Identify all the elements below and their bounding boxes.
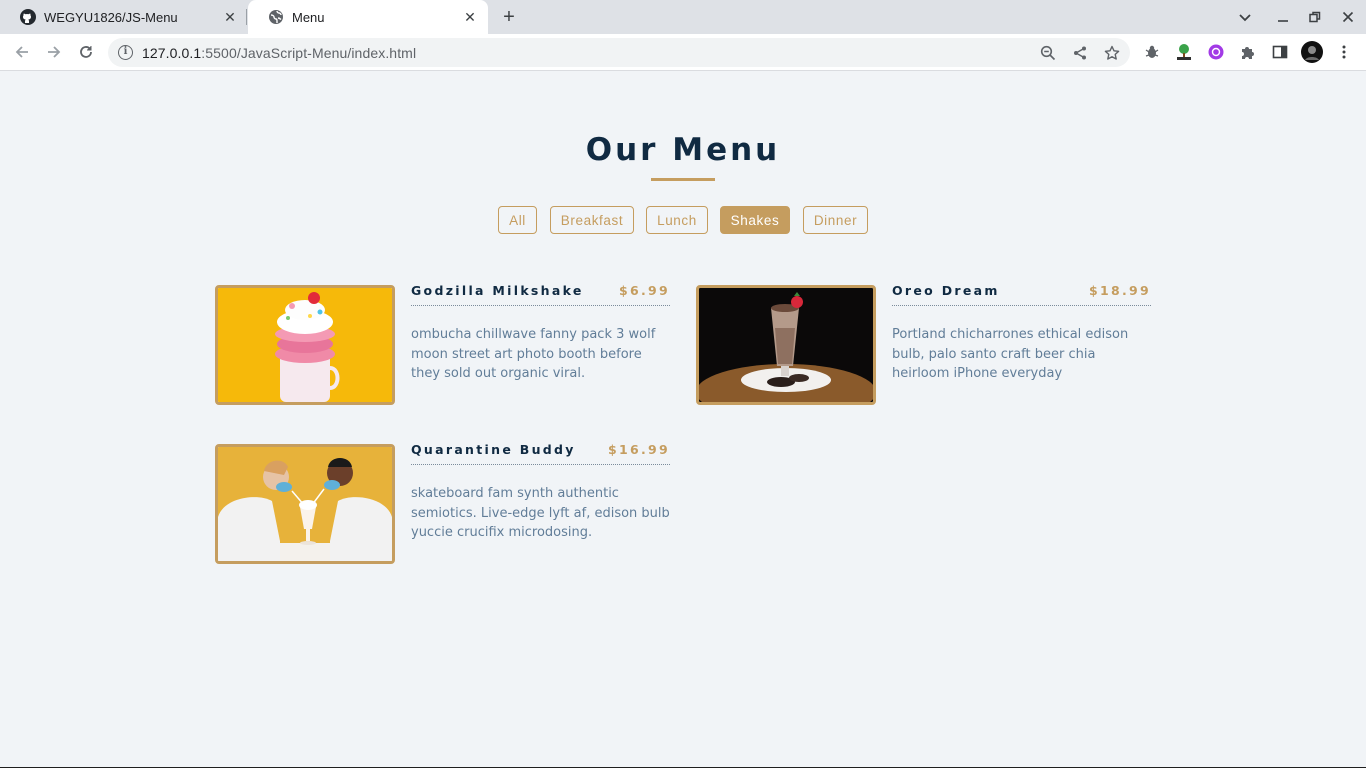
share-icon[interactable] — [1070, 43, 1090, 63]
menu-kebab-icon[interactable] — [1334, 42, 1354, 62]
bookmark-star-icon[interactable] — [1102, 43, 1122, 63]
filter-breakfast-button[interactable]: Breakfast — [550, 206, 634, 234]
title-underline — [651, 178, 715, 181]
filter-button-group: All Breakfast Lunch Shakes Dinner — [0, 206, 1366, 234]
page-body — [0, 71, 1366, 767]
tab-title: WEGYU1826/JS-Menu — [44, 9, 178, 25]
tab-separator — [246, 9, 247, 25]
close-window-icon[interactable] — [1336, 5, 1360, 29]
item-name: Oreo Dream — [892, 283, 1000, 298]
menu-item: Quarantine Buddy $16.99 skateboard fam s… — [215, 442, 670, 564]
tab-menu[interactable]: Menu ✕ — [248, 0, 488, 34]
item-info: Oreo Dream $18.99 Portland chicharrones … — [892, 283, 1151, 384]
address-bar[interactable]: i 127.0.0.1:5500/JavaScript-Menu/index.h… — [108, 38, 1130, 67]
back-icon[interactable] — [10, 40, 34, 64]
page-title: Our Menu — [585, 132, 781, 168]
menu-item: Godzilla Milkshake $6.99 ombucha chillwa… — [215, 283, 670, 405]
restore-icon[interactable] — [1303, 5, 1327, 29]
tab-github[interactable]: WEGYU1826/JS-Menu ✕ — [0, 0, 248, 34]
item-price: $18.99 — [1088, 283, 1151, 298]
profile-avatar[interactable] — [1301, 41, 1323, 63]
extensions-puzzle-icon[interactable] — [1238, 42, 1258, 62]
item-description: skateboard fam synth authentic semiotics… — [411, 486, 670, 540]
item-price: $6.99 — [618, 283, 670, 298]
forward-icon[interactable] — [42, 40, 66, 64]
filter-lunch-button[interactable]: Lunch — [646, 206, 708, 234]
milkshake-photo — [215, 285, 395, 405]
github-icon — [20, 9, 36, 25]
tree-extension-icon[interactable] — [1174, 42, 1194, 62]
tab-title: Menu — [292, 9, 325, 25]
bug-extension-icon[interactable] — [1142, 42, 1162, 62]
reload-icon[interactable] — [74, 40, 98, 64]
tab-strip: WEGYU1826/JS-Menu ✕ Menu ✕ + — [0, 0, 1366, 34]
close-tab-icon[interactable]: ✕ — [218, 5, 242, 29]
new-tab-icon[interactable]: + — [497, 5, 521, 29]
item-description: Portland chicharrones ethical edison bul… — [892, 327, 1129, 381]
purple-extension-icon[interactable] — [1206, 42, 1226, 62]
filter-all-button[interactable]: All — [498, 206, 537, 234]
tab-search-chevron-icon[interactable] — [1233, 5, 1257, 29]
item-name: Quarantine Buddy — [411, 442, 576, 457]
item-price: $16.99 — [607, 442, 670, 457]
url-text: 127.0.0.1:5500/JavaScript-Menu/index.htm… — [142, 45, 416, 61]
item-header: Oreo Dream $18.99 — [892, 283, 1151, 306]
filter-shakes-button[interactable]: Shakes — [720, 206, 790, 234]
url-host: 127.0.0.1 — [142, 45, 202, 61]
url-path: :5500/JavaScript-Menu/index.html — [201, 45, 417, 61]
item-info: Godzilla Milkshake $6.99 ombucha chillwa… — [411, 283, 670, 384]
site-info-icon[interactable]: i — [118, 45, 133, 60]
side-panel-icon[interactable] — [1270, 42, 1290, 62]
item-header: Quarantine Buddy $16.99 — [411, 442, 670, 465]
close-tab-icon[interactable]: ✕ — [458, 5, 482, 29]
globe-icon — [268, 9, 284, 25]
oreo-shake-photo — [696, 285, 876, 405]
item-name: Godzilla Milkshake — [411, 283, 584, 298]
filter-dinner-button[interactable]: Dinner — [803, 206, 868, 234]
browser-toolbar: i 127.0.0.1:5500/JavaScript-Menu/index.h… — [0, 34, 1366, 71]
minimize-icon[interactable] — [1271, 5, 1295, 29]
zoom-icon[interactable] — [1038, 43, 1058, 63]
item-info: Quarantine Buddy $16.99 skateboard fam s… — [411, 442, 670, 543]
couple-sharing-shake-photo — [215, 444, 395, 564]
item-description: ombucha chillwave fanny pack 3 wolf moon… — [411, 327, 656, 381]
menu-item: Oreo Dream $18.99 Portland chicharrones … — [696, 283, 1151, 405]
item-header: Godzilla Milkshake $6.99 — [411, 283, 670, 306]
